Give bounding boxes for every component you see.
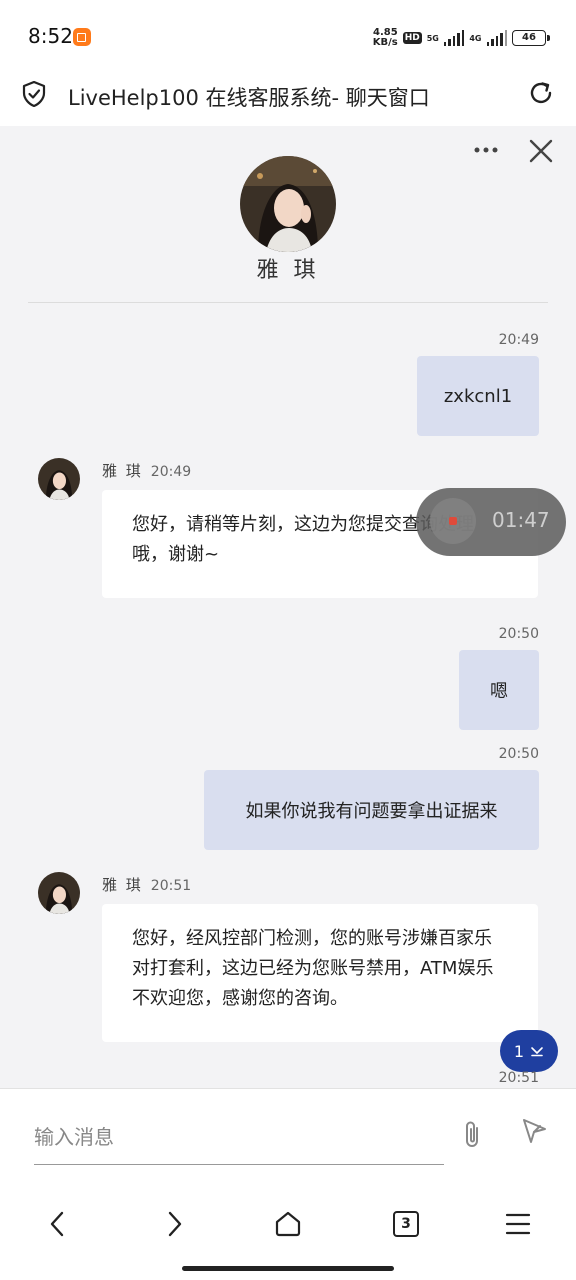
back-button[interactable] <box>40 1206 76 1242</box>
message-input[interactable] <box>34 1109 444 1165</box>
browser-toolbar: LiveHelp100 在线客服系统- 聊天窗口 <box>0 70 576 126</box>
message-text: 您好，经风控部门检测，您的账号涉嫌百家乐对打套利，这边已经为您账号禁用，ATM娱… <box>132 928 494 1009</box>
message-time: 20:50 <box>498 746 539 762</box>
attach-icon[interactable] <box>460 1119 486 1151</box>
battery-icon: 46 <box>512 30 550 46</box>
network-type-5g: 5G <box>426 33 439 43</box>
agent-avatar-small <box>38 872 80 914</box>
unread-count: 1 <box>513 1041 525 1061</box>
network-speed: 4.85 KB/s <box>370 28 398 48</box>
message-time: 20:50 <box>498 626 539 642</box>
header-divider <box>28 302 548 303</box>
forward-button[interactable] <box>156 1206 192 1242</box>
network-type-4g: 4G <box>469 33 482 43</box>
message-text: 嗯 <box>490 681 508 702</box>
menu-button[interactable] <box>500 1206 536 1242</box>
tab-count: 3 <box>393 1211 419 1237</box>
agent-name: 雅 琪 <box>256 258 320 283</box>
browser-nav-bar: 3 <box>0 1184 576 1280</box>
menu-icon <box>505 1213 531 1235</box>
tabs-button[interactable]: 3 <box>388 1206 424 1242</box>
message-meta: 雅 琪 20:49 <box>102 460 191 481</box>
message-time: 20:51 <box>498 1070 539 1086</box>
network-speed-unit: KB/s <box>372 37 398 48</box>
message-time: 20:49 <box>498 332 539 348</box>
recording-timer[interactable]: 01:47 <box>416 488 566 556</box>
more-icon[interactable] <box>472 140 500 160</box>
message-composer <box>0 1088 576 1184</box>
back-icon <box>50 1211 64 1237</box>
agent-avatar <box>240 156 336 252</box>
sender-name: 雅 琪 <box>102 876 143 894</box>
message-time: 20:51 <box>150 878 192 894</box>
close-icon[interactable] <box>528 138 554 164</box>
incoming-message[interactable]: 您好，经风控部门检测，您的账号涉嫌百家乐对打套利，这边已经为您账号禁用，ATM娱… <box>102 904 538 1042</box>
scroll-to-new-button[interactable]: 1 <box>500 1030 558 1072</box>
status-bar: 8:52 4.85 KB/s HD 5G 4G 46 <box>0 0 576 70</box>
forward-icon <box>168 1211 182 1237</box>
chevron-down-icon <box>531 1047 543 1057</box>
record-stop-icon[interactable] <box>430 498 476 544</box>
message-meta: 雅 琪 20:51 <box>102 874 191 895</box>
message-text: zxkcnl1 <box>443 385 513 407</box>
signal-icon <box>443 30 465 46</box>
outgoing-message[interactable]: 嗯 <box>459 650 539 730</box>
sender-name: 雅 琪 <box>102 462 143 480</box>
page-title: LiveHelp100 在线客服系统- 聊天窗口 <box>68 86 430 110</box>
send-icon[interactable] <box>520 1117 548 1145</box>
screen-record-icon <box>73 28 91 46</box>
home-icon <box>275 1211 301 1237</box>
agent-avatar-small <box>38 458 80 500</box>
tabs-icon: 3 <box>393 1211 419 1237</box>
message-text: 如果你说我有问题要拿出证据来 <box>245 801 498 822</box>
outgoing-message[interactable]: zxkcnl1 <box>417 356 539 436</box>
status-time: 8:52 <box>28 24 73 48</box>
hd-badge: HD <box>402 32 422 44</box>
home-button[interactable] <box>270 1206 306 1242</box>
chat-window[interactable]: 雅 琪 20:49 zxkcnl1 雅 琪 20:49 您好，请稍等片刻，这边为您… <box>0 126 576 1088</box>
shield-icon[interactable] <box>22 81 46 107</box>
message-time: 20:49 <box>150 464 192 480</box>
recording-timer-text: 01:47 <box>492 508 550 532</box>
home-indicator[interactable] <box>182 1266 394 1271</box>
outgoing-message[interactable]: 如果你说我有问题要拿出证据来 <box>204 770 539 850</box>
signal-icon-2 <box>486 30 507 46</box>
status-icons: 4.85 KB/s HD 5G 4G 46 <box>370 24 550 52</box>
reload-icon[interactable] <box>528 80 554 106</box>
